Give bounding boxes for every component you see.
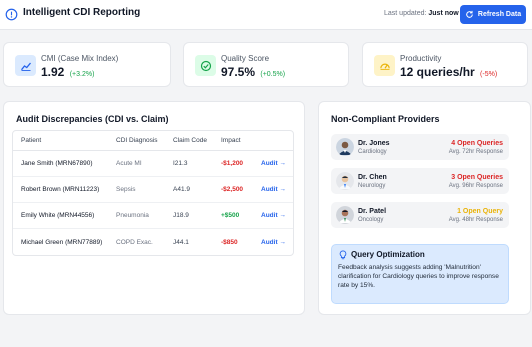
top-bar: Intelligent CDI Reporting Last updated: … — [0, 0, 532, 30]
avatar — [336, 172, 354, 190]
avatar — [336, 206, 354, 224]
speedometer-icon — [374, 55, 395, 76]
kpi-delta: (+0.5%) — [260, 71, 286, 78]
audit-panel-title: Audit Discrepancies (CDI vs. Claim) — [16, 114, 169, 124]
app-logo-icon — [5, 8, 18, 21]
audit-link-label: Audit — [261, 238, 278, 246]
claim-code-cell: A41.9 — [173, 186, 190, 193]
diagnosis-cell: Pneumonia — [116, 212, 149, 219]
column-header-claim-code: Claim Code — [173, 137, 207, 144]
lightbulb-icon — [339, 250, 347, 260]
table-header: Patient CDI Diagnosis Claim Code Impact — [13, 131, 293, 151]
provider-card[interactable]: Dr. Chen Neurology 3 Open Queries Avg. 9… — [331, 168, 509, 194]
impact-cell: -$1,200 — [221, 160, 244, 167]
audit-table: Patient CDI Diagnosis Claim Code Impact … — [12, 130, 294, 256]
audit-link[interactable]: Audit → — [261, 151, 286, 176]
insight-body: Feedback analysis suggests adding 'Malnu… — [338, 264, 499, 289]
providers-panel: Non-Compliant Providers Dr. Jones Cardio… — [318, 101, 531, 315]
provider-department: Cardiology — [358, 149, 387, 155]
arrow-right-icon: → — [279, 160, 286, 167]
audit-link-label: Audit — [261, 160, 278, 167]
audit-link[interactable]: Audit → — [261, 203, 286, 228]
page-title: Intelligent CDI Reporting — [23, 7, 141, 18]
open-queries-count: 4 Open Queries — [451, 140, 503, 147]
providers-panel-title: Non-Compliant Providers — [331, 114, 440, 124]
avg-response: Avg. 48hr Response — [448, 217, 503, 223]
patient-cell: Jane Smith (MRN67890) — [21, 160, 93, 167]
table-row: Jane Smith (MRN67890) Acute MI I21.3 -$1… — [13, 151, 293, 177]
diagnosis-cell: COPD Exac. — [116, 238, 153, 246]
patient-cell: Robert Brown (MRN11223) — [21, 186, 100, 193]
last-updated-value: Just now — [428, 10, 459, 17]
kpi-value-text: 12 queries/hr — [400, 65, 475, 79]
provider-department: Oncology — [358, 217, 384, 223]
kpi-label: Productivity — [400, 54, 442, 63]
refresh-data-button[interactable]: Refresh Data — [460, 5, 526, 24]
kpi-label: Quality Score — [221, 54, 270, 63]
kpi-delta: (+3.2%) — [69, 71, 95, 78]
last-updated: Last updated: Just now — [384, 10, 459, 17]
claim-code-cell: I21.3 — [173, 160, 188, 167]
open-queries-count: 3 Open Queries — [451, 174, 503, 181]
chart-trend-icon — [15, 55, 36, 76]
patient-cell: Emily White (MRN44556) — [21, 212, 95, 219]
provider-card[interactable]: Dr. Jones Cardiology 4 Open Queries Avg.… — [331, 134, 509, 160]
provider-department: Neurology — [358, 183, 386, 189]
check-circle-icon — [195, 55, 216, 76]
refresh-icon — [466, 10, 473, 18]
provider-name: Dr. Jones — [358, 140, 390, 147]
kpi-label: CMI (Case Mix Index) — [41, 54, 119, 63]
audit-link-label: Audit — [261, 212, 278, 219]
impact-cell: +$500 — [221, 212, 240, 219]
column-header-patient: Patient — [21, 137, 42, 144]
impact-cell: -$850 — [221, 238, 238, 246]
kpi-card-quality: Quality Score 97.5% (+0.5%) — [183, 42, 349, 87]
arrow-right-icon: → — [279, 186, 286, 193]
table-row: Emily White (MRN44556) Pneumonia J18.9 +… — [13, 203, 293, 229]
kpi-value-text: 1.92 — [41, 65, 65, 79]
kpi-value: 1.92 (+3.2%) — [41, 65, 94, 79]
query-optimization-insight: Query Optimization Feedback analysis sug… — [331, 244, 509, 304]
column-header-diagnosis: CDI Diagnosis — [116, 137, 158, 144]
kpi-card-productivity: Productivity 12 queries/hr (-5%) — [362, 42, 528, 87]
kpi-card-cmi: CMI (Case Mix Index) 1.92 (+3.2%) — [3, 42, 171, 87]
audit-link[interactable]: Audit → — [261, 177, 286, 202]
arrow-right-icon: → — [279, 238, 286, 246]
kpi-value-text: 97.5% — [221, 65, 256, 79]
claim-code-cell: J44.1 — [173, 238, 189, 246]
provider-name: Dr. Chen — [358, 174, 387, 181]
diagnosis-cell: Acute MI — [116, 160, 142, 167]
table-row: Michael Green (MRN77889) COPD Exac. J44.… — [13, 229, 293, 255]
audit-link[interactable]: Audit → — [261, 229, 286, 255]
avatar — [336, 138, 354, 156]
provider-name: Dr. Patel — [358, 208, 387, 215]
open-queries-count: 1 Open Query — [457, 208, 503, 215]
avg-response: Avg. 72hr Response — [448, 149, 503, 155]
refresh-data-label: Refresh Data — [477, 11, 522, 18]
arrow-right-icon: → — [279, 212, 286, 219]
insight-title: Query Optimization — [351, 250, 425, 259]
avg-response: Avg. 96hr Response — [448, 183, 503, 189]
claim-code-cell: J18.9 — [173, 212, 189, 219]
last-updated-label: Last updated: — [384, 10, 427, 17]
kpi-value: 12 queries/hr (-5%) — [400, 65, 497, 79]
kpi-value: 97.5% (+0.5%) — [221, 65, 285, 79]
table-row: Robert Brown (MRN11223) Sepsis A41.9 -$2… — [13, 177, 293, 203]
audit-link-label: Audit — [261, 186, 278, 193]
impact-cell: -$2,500 — [221, 186, 244, 193]
provider-card[interactable]: Dr. Patel Oncology 1 Open Query Avg. 48h… — [331, 202, 509, 228]
column-header-impact: Impact — [221, 137, 241, 144]
kpi-delta: (-5%) — [480, 71, 498, 78]
diagnosis-cell: Sepsis — [116, 186, 136, 193]
patient-cell: Michael Green (MRN77889) — [21, 238, 103, 246]
